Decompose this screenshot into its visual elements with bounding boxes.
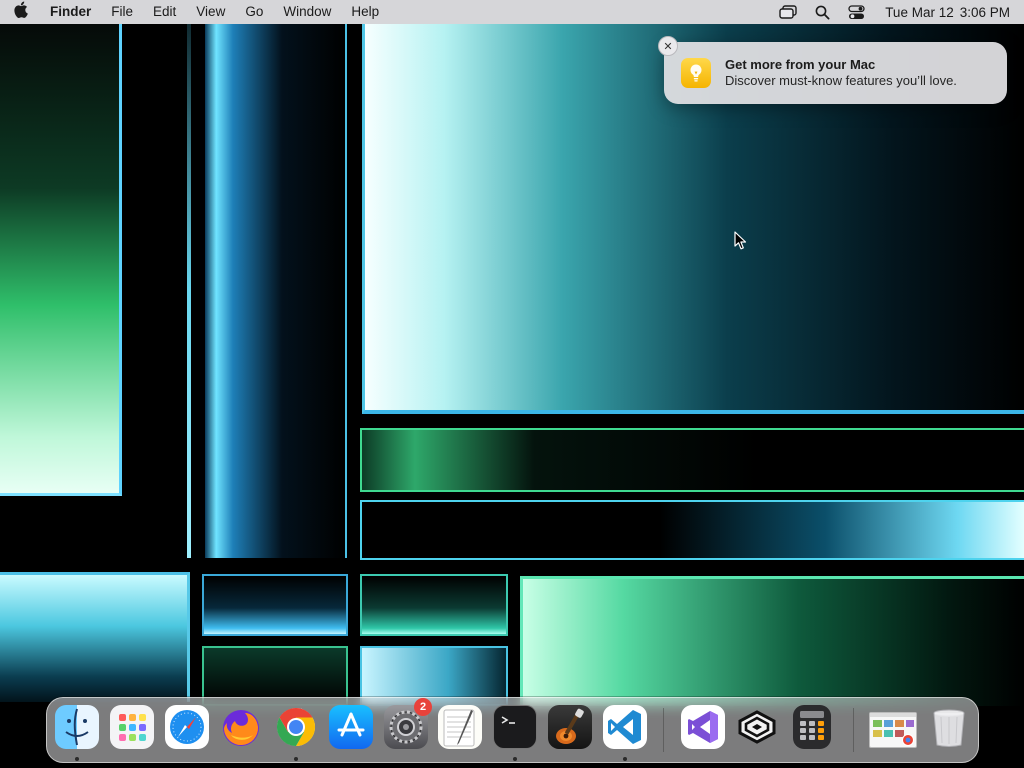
menu-view[interactable]: View (186, 0, 235, 24)
hexagon-app-icon[interactable] (735, 705, 779, 749)
menu-help[interactable]: Help (341, 0, 389, 24)
lightbulb-icon (681, 58, 711, 88)
menu-bar: Finder File Edit View Go Window Help Tue… (0, 0, 1024, 24)
clock-time: 3:06 PM (959, 4, 1010, 20)
chrome-icon[interactable] (274, 705, 318, 749)
notification-body: Discover must-know features you’ll love. (725, 73, 957, 88)
menu-window[interactable]: Window (273, 0, 341, 24)
trash-icon[interactable] (927, 705, 971, 749)
running-indicator (623, 757, 627, 761)
calculator-icon[interactable] (793, 705, 831, 749)
spotlight-search-icon[interactable] (811, 0, 833, 24)
dock-separator (853, 708, 854, 752)
wallpaper-shape (187, 24, 191, 558)
finder-icon[interactable] (55, 705, 99, 749)
terminal-icon[interactable] (493, 705, 537, 749)
textedit-icon[interactable] (438, 705, 482, 749)
wallpaper-shape (0, 572, 190, 702)
dock: 2 (46, 697, 979, 763)
vscode-icon[interactable] (603, 705, 647, 749)
app-store-icon[interactable] (329, 705, 373, 749)
launchpad-icon[interactable] (110, 705, 154, 749)
screen-mirroring-icon[interactable] (777, 0, 799, 24)
control-center-icon[interactable] (845, 0, 867, 24)
wallpaper-shape (360, 574, 508, 636)
mouse-pointer-icon (734, 231, 748, 256)
menu-edit[interactable]: Edit (143, 0, 186, 24)
menu-app-name[interactable]: Finder (40, 0, 101, 24)
firefox-icon[interactable] (219, 705, 263, 749)
running-indicator (294, 757, 298, 761)
clock-date: Tue Mar 12 (885, 4, 954, 20)
running-indicator (513, 757, 517, 761)
garageband-icon[interactable] (548, 705, 592, 749)
system-settings-icon[interactable]: 2 (384, 698, 432, 749)
menu-go[interactable]: Go (235, 0, 273, 24)
menu-bar-right: Tue Mar 12 3:06 PM (771, 0, 1024, 24)
notification-banner[interactable]: ✕ Get more from your Mac Discover must-k… (658, 36, 1007, 104)
running-indicator (75, 757, 79, 761)
menu-file[interactable]: File (101, 0, 143, 24)
notification-text: Get more from your Mac Discover must-kno… (725, 57, 957, 89)
wallpaper-shape (202, 574, 348, 636)
safari-icon[interactable] (165, 705, 209, 749)
menu-bar-clock[interactable]: Tue Mar 12 3:06 PM (873, 5, 1010, 20)
desktop-wallpaper (0, 0, 1024, 768)
wallpaper-shape (360, 500, 1024, 560)
wallpaper-shape (520, 576, 1024, 706)
dock-separator (663, 708, 664, 752)
apple-logo-icon[interactable] (0, 0, 40, 24)
menu-bar-left: Finder File Edit View Go Window Help (0, 0, 389, 24)
wallpaper-shape (360, 428, 1024, 492)
visual-studio-icon[interactable] (681, 705, 725, 749)
wallpaper-shape (0, 24, 122, 496)
notification-title: Get more from your Mac (725, 57, 876, 72)
wallpaper-shape (205, 24, 347, 558)
notification-badge: 2 (414, 698, 432, 716)
close-icon[interactable]: ✕ (658, 36, 678, 56)
chrome-window-thumbnail-icon[interactable] (869, 712, 917, 748)
